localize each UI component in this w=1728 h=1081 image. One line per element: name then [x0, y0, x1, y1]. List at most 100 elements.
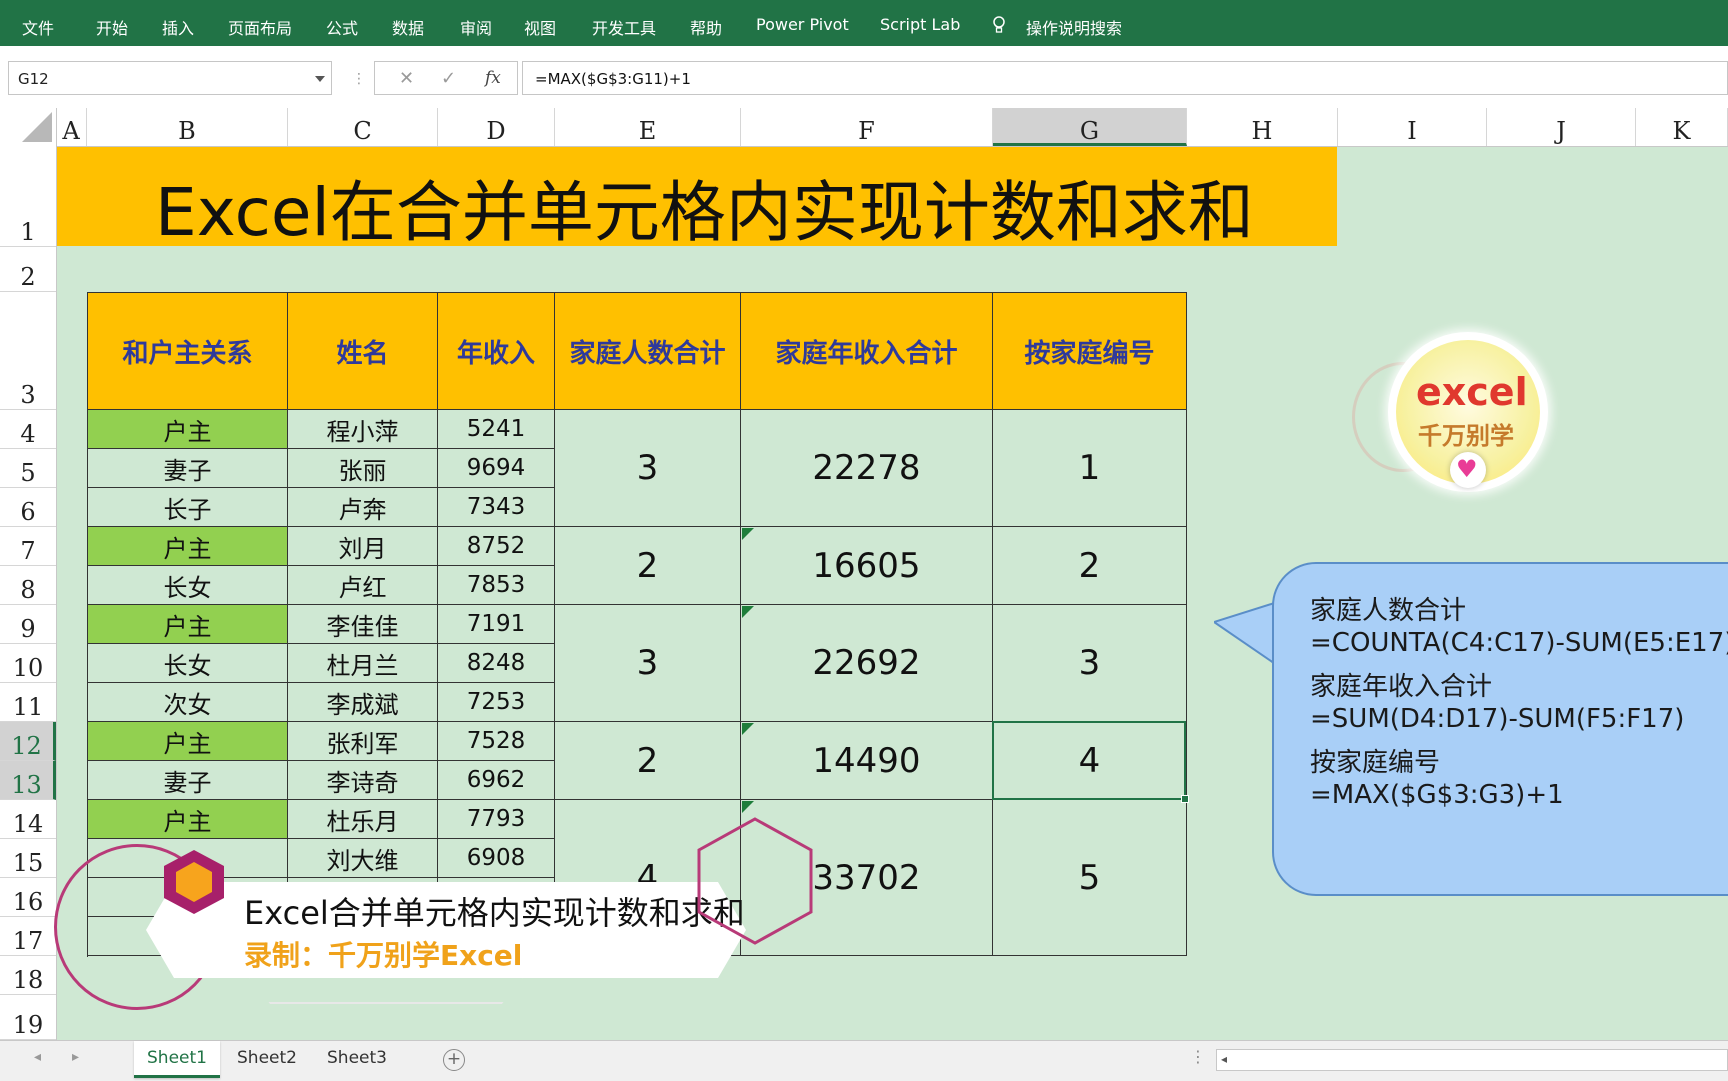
column-header-j[interactable]: J	[1487, 108, 1636, 146]
name-cell[interactable]: 杜月兰	[288, 644, 438, 683]
tab-splitter-handle[interactable]: ⋮	[1190, 1047, 1206, 1066]
column-header-h[interactable]: H	[1187, 108, 1338, 146]
add-sheet-button[interactable]: +	[443, 1049, 465, 1071]
row-header-14[interactable]: 14	[0, 800, 56, 839]
family-number-cell[interactable]: 2	[993, 527, 1187, 605]
row-header-11[interactable]: 11	[0, 683, 56, 722]
row-header-7[interactable]: 7	[0, 527, 56, 566]
income-cell[interactable]: 7793	[438, 800, 555, 839]
name-cell[interactable]: 李成斌	[288, 683, 438, 722]
insert-function-icon[interactable]: fx	[485, 68, 501, 88]
column-header-c[interactable]: C	[288, 108, 438, 146]
family-count-cell[interactable]: 2	[555, 722, 741, 800]
column-title-2[interactable]: 年收入	[438, 292, 555, 410]
ribbon-tab-4[interactable]: 公式	[326, 15, 358, 39]
row-header-13[interactable]: 13	[0, 761, 56, 800]
column-header-a[interactable]: A	[56, 108, 87, 146]
income-cell[interactable]: 7191	[438, 605, 555, 644]
relation-cell[interactable]: 户主	[87, 605, 288, 644]
relation-cell[interactable]: 户主	[87, 527, 288, 566]
name-cell[interactable]: 卢红	[288, 566, 438, 605]
name-cell[interactable]: 刘月	[288, 527, 438, 566]
name-cell[interactable]: 张丽	[288, 449, 438, 488]
income-cell[interactable]: 8752	[438, 527, 555, 566]
column-title-0[interactable]: 和户主关系	[87, 292, 288, 410]
column-title-5[interactable]: 按家庭编号	[993, 292, 1187, 410]
relation-cell[interactable]: 户主	[87, 410, 288, 449]
row-header-5[interactable]: 5	[0, 449, 56, 488]
cancel-icon[interactable]: ✕	[399, 68, 414, 89]
column-title-3[interactable]: 家庭人数合计	[555, 292, 741, 410]
ribbon-tab-9[interactable]: 帮助	[690, 15, 722, 39]
tab-sheet3[interactable]: Sheet3	[314, 1041, 400, 1075]
family-income-cell[interactable]: 22692	[741, 605, 993, 722]
tab-sheet1[interactable]: Sheet1	[134, 1041, 220, 1078]
income-cell[interactable]: 8248	[438, 644, 555, 683]
ribbon-tab-2[interactable]: 插入	[162, 15, 194, 39]
name-box[interactable]: G12	[8, 61, 332, 95]
row-header-19[interactable]: 19	[0, 995, 56, 1040]
ribbon-tab-3[interactable]: 页面布局	[228, 15, 292, 39]
row-header-12[interactable]: 12	[0, 722, 56, 761]
row-header-1[interactable]: 1	[0, 146, 56, 247]
row-header-15[interactable]: 15	[0, 839, 56, 878]
row-header-2[interactable]: 2	[0, 247, 56, 292]
scroll-left-icon[interactable]: ◂	[1221, 1052, 1227, 1066]
prev-sheet-icon[interactable]: ◂	[34, 1049, 41, 1065]
ribbon-tab-6[interactable]: 审阅	[460, 15, 492, 39]
sheet-title-cell[interactable]: Excel在合并单元格内实现计数和求和	[57, 147, 1337, 251]
relation-cell[interactable]: 长女	[87, 566, 288, 605]
ribbon-tab-10[interactable]: Power Pivot	[756, 15, 849, 34]
income-cell[interactable]: 7528	[438, 722, 555, 761]
row-header-4[interactable]: 4	[0, 410, 56, 449]
ribbon-tab-1[interactable]: 开始	[96, 15, 128, 39]
horizontal-scrollbar[interactable]: ◂	[1216, 1049, 1728, 1071]
name-cell[interactable]: 刘大维	[288, 839, 438, 878]
relation-cell[interactable]: 妻子	[87, 761, 288, 800]
income-cell[interactable]: 7853	[438, 566, 555, 605]
name-cell[interactable]: 张利军	[288, 722, 438, 761]
relation-cell[interactable]: 次女	[87, 683, 288, 722]
relation-cell[interactable]: 长子	[87, 488, 288, 527]
family-count-cell[interactable]: 2	[555, 527, 741, 605]
name-cell[interactable]: 杜乐月	[288, 800, 438, 839]
income-cell[interactable]: 7343	[438, 488, 555, 527]
column-title-1[interactable]: 姓名	[288, 292, 438, 410]
tell-me-search[interactable]: 操作说明搜索	[1026, 15, 1122, 39]
name-cell[interactable]: 李诗奇	[288, 761, 438, 800]
relation-cell[interactable]: 户主	[87, 722, 288, 761]
row-header-3[interactable]: 3	[0, 292, 56, 410]
family-number-cell[interactable]: 1	[993, 410, 1187, 527]
name-cell[interactable]: 程小萍	[288, 410, 438, 449]
family-income-cell[interactable]: 14490	[741, 722, 993, 800]
family-number-cell[interactable]: 3	[993, 605, 1187, 722]
row-header-9[interactable]: 9	[0, 605, 56, 644]
relation-cell[interactable]: 长女	[87, 644, 288, 683]
enter-icon[interactable]: ✓	[441, 68, 456, 89]
select-all-corner[interactable]	[0, 108, 57, 146]
family-income-cell[interactable]: 22278	[741, 410, 993, 527]
family-count-cell[interactable]: 3	[555, 605, 741, 722]
ribbon-tab-5[interactable]: 数据	[392, 15, 424, 39]
column-header-e[interactable]: E	[555, 108, 741, 146]
income-cell[interactable]: 6908	[438, 839, 555, 878]
row-header-10[interactable]: 10	[0, 644, 56, 683]
row-header-8[interactable]: 8	[0, 566, 56, 605]
formula-input[interactable]: =MAX($G$3:G11)+1	[522, 61, 1728, 95]
column-title-4[interactable]: 家庭年收入合计	[741, 292, 993, 410]
column-header-f[interactable]: F	[741, 108, 993, 146]
income-cell[interactable]: 9694	[438, 449, 555, 488]
family-number-cell[interactable]: 5	[993, 800, 1187, 956]
column-header-d[interactable]: D	[438, 108, 555, 146]
row-header-16[interactable]: 16	[0, 878, 56, 917]
column-header-g[interactable]: G	[993, 108, 1187, 146]
family-count-cell[interactable]: 3	[555, 410, 741, 527]
relation-cell[interactable]: 妻子	[87, 449, 288, 488]
income-cell[interactable]: 5241	[438, 410, 555, 449]
name-box-dropdown-icon[interactable]	[315, 76, 325, 82]
column-header-k[interactable]: K	[1636, 108, 1728, 146]
income-cell[interactable]: 6962	[438, 761, 555, 800]
row-header-18[interactable]: 18	[0, 956, 56, 995]
column-header-i[interactable]: I	[1338, 108, 1487, 146]
column-header-b[interactable]: B	[87, 108, 288, 146]
